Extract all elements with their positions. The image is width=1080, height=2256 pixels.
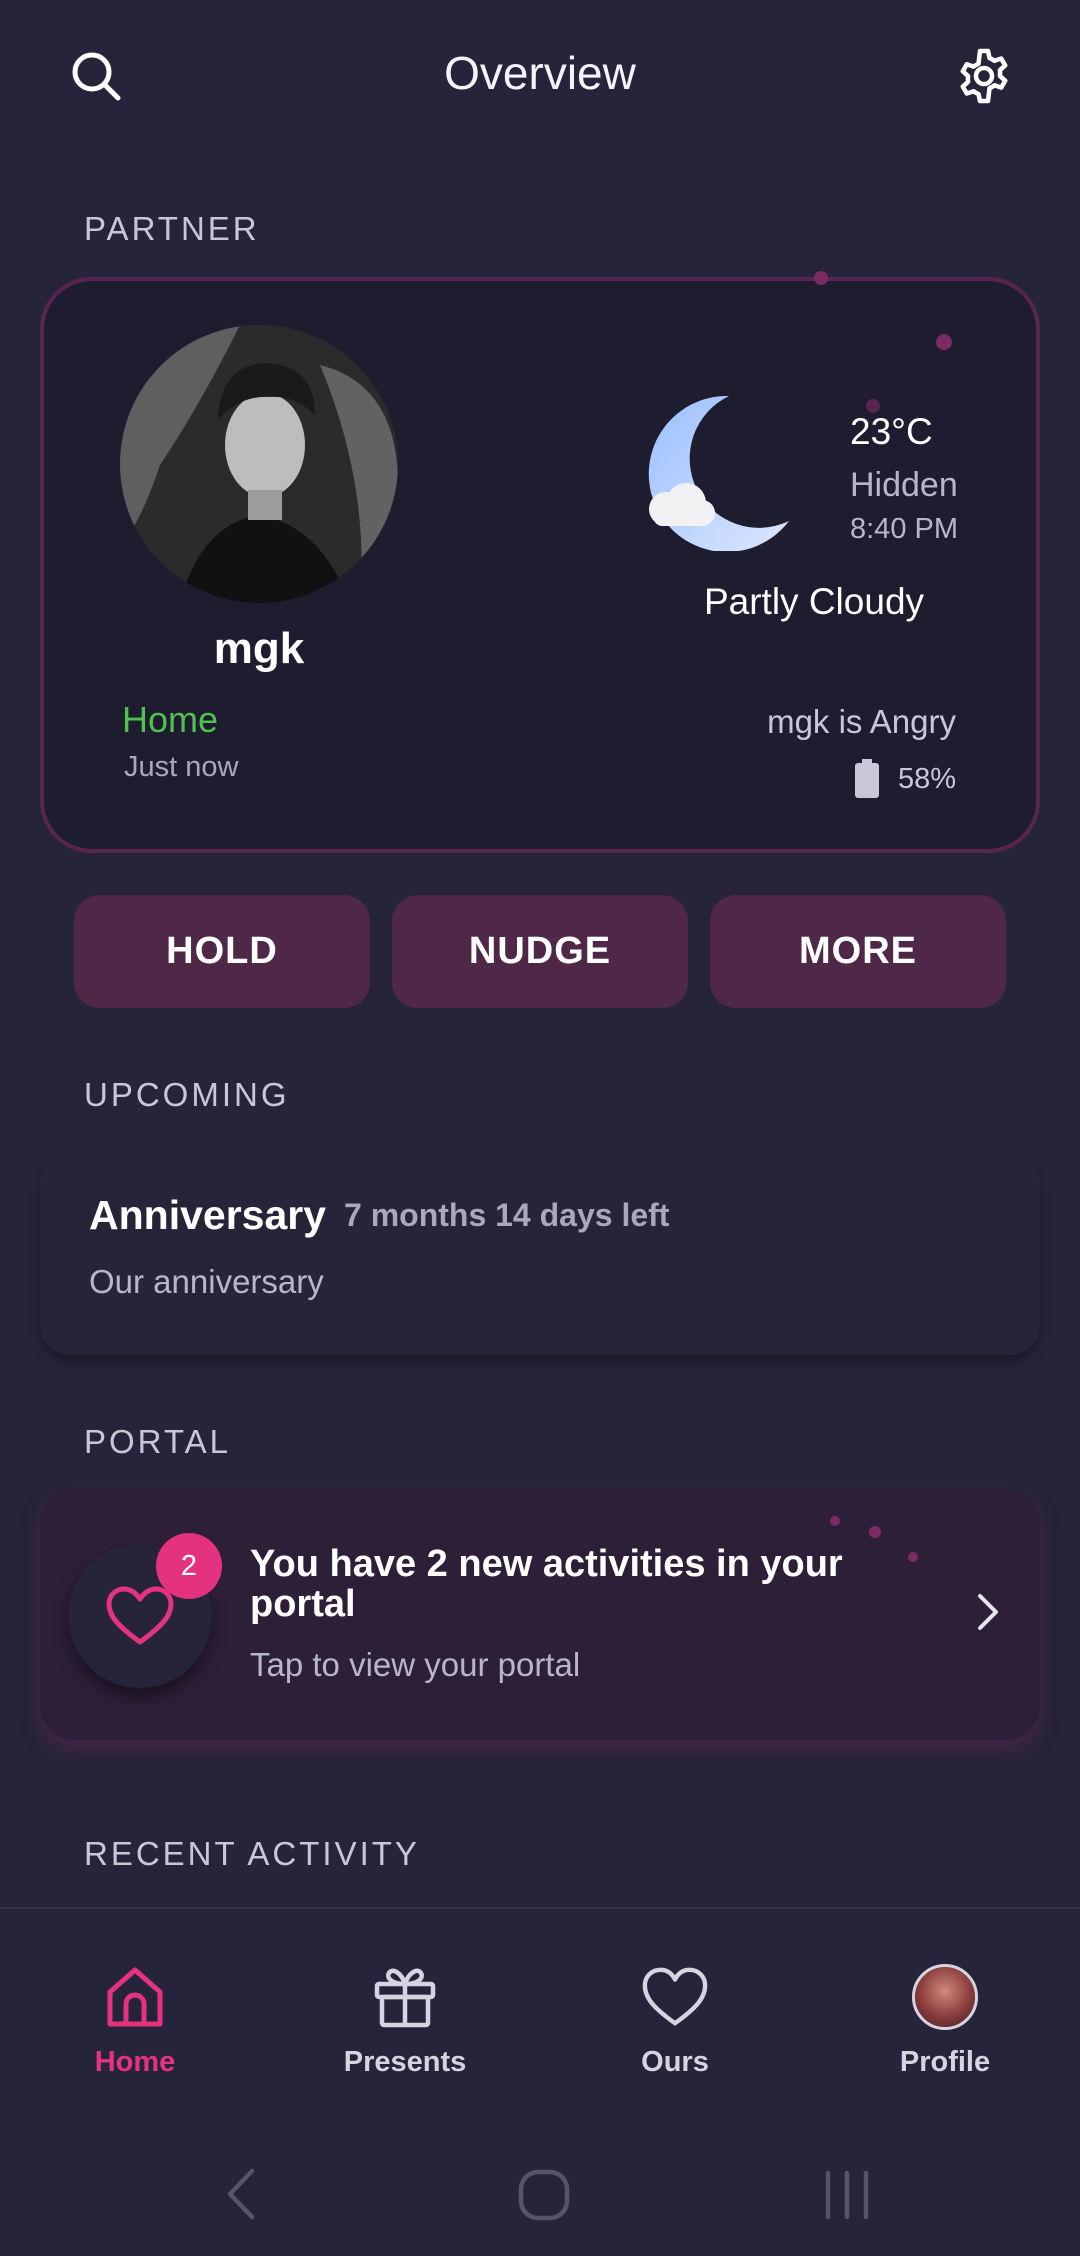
weather-temperature: 23°C [850, 411, 933, 452]
nav-label-home: Home [94, 2046, 176, 2078]
system-navigation-bar [0, 2150, 1080, 2256]
partner-mood: mgk is Angry [767, 703, 956, 740]
nav-ours[interactable]: Ours [575, 1964, 775, 2079]
upcoming-card[interactable]: Anniversary 7 months 14 days left Our an… [40, 1155, 1040, 1355]
decor-dot [908, 1552, 918, 1562]
home-icon [107, 1967, 163, 2027]
gear-icon [960, 48, 1008, 104]
section-label-partner: PARTNER [84, 210, 260, 247]
battery-icon [854, 759, 879, 798]
nav-label-presents: Presents [343, 2046, 467, 2078]
nav-presents[interactable]: Presents [305, 1964, 505, 2079]
location-time: Just now [124, 751, 239, 783]
nudge-button[interactable]: NUDGE [392, 895, 688, 1008]
partner-card[interactable]: mgk Home Just now 23°C Hidden 8:40 PM Pa… [40, 271, 1040, 853]
decor-dot [869, 1526, 881, 1538]
nav-home[interactable]: Home [35, 1964, 235, 2079]
partner-name: mgk [213, 624, 305, 673]
portal-subtitle: Tap to view your portal [250, 1646, 581, 1683]
chevron-right-icon [978, 1594, 998, 1630]
weather-visibility: Hidden [850, 466, 958, 504]
section-label-portal: PORTAL [84, 1423, 231, 1460]
avatar-photo [120, 325, 398, 603]
settings-button[interactable] [944, 36, 1024, 116]
back-icon[interactable] [222, 2167, 262, 2221]
portal-title: You have 2 new activities in your portal [250, 1543, 843, 1625]
battery-level: 58% [897, 762, 956, 795]
event-description: Our anniversary [89, 1263, 324, 1300]
notification-badge: 2 [156, 1533, 222, 1599]
event-time-left: 7 months 14 days left [344, 1197, 670, 1233]
decor-dot [830, 1516, 840, 1526]
weather-condition: Partly Cloudy [703, 581, 925, 622]
profile-avatar [912, 1964, 978, 2030]
portal-card[interactable]: 2 You have 2 new activities in your port… [40, 1490, 1040, 1740]
event-title: Anniversary [89, 1192, 327, 1238]
moon-cloud-icon [648, 395, 789, 551]
weather-time: 8:40 PM [850, 513, 958, 545]
nav-profile[interactable]: Profile [845, 1964, 1045, 2079]
top-bar: Overview [0, 0, 1080, 150]
more-button[interactable]: MORE [710, 895, 1006, 1008]
decor-dot [936, 334, 952, 350]
nav-label-profile: Profile [899, 2046, 991, 2078]
battery-status: 58% [854, 759, 956, 799]
partner-avatar[interactable] [120, 325, 398, 603]
partner-location: Home [122, 699, 219, 740]
page-title: Overview [444, 47, 636, 99]
heart-icon [106, 1586, 174, 1645]
decor-dot [814, 271, 828, 285]
section-label-recent-activity: RECENT ACTIVITY [84, 1835, 420, 1872]
home-system-icon[interactable] [516, 2167, 572, 2223]
gift-icon [374, 1968, 436, 2028]
nav-label-ours: Ours [641, 2046, 709, 2078]
hold-button[interactable]: HOLD [74, 895, 370, 1008]
section-label-upcoming: UPCOMING [84, 1076, 290, 1113]
heart-icon [642, 1967, 708, 2026]
recents-icon[interactable] [822, 2167, 872, 2223]
